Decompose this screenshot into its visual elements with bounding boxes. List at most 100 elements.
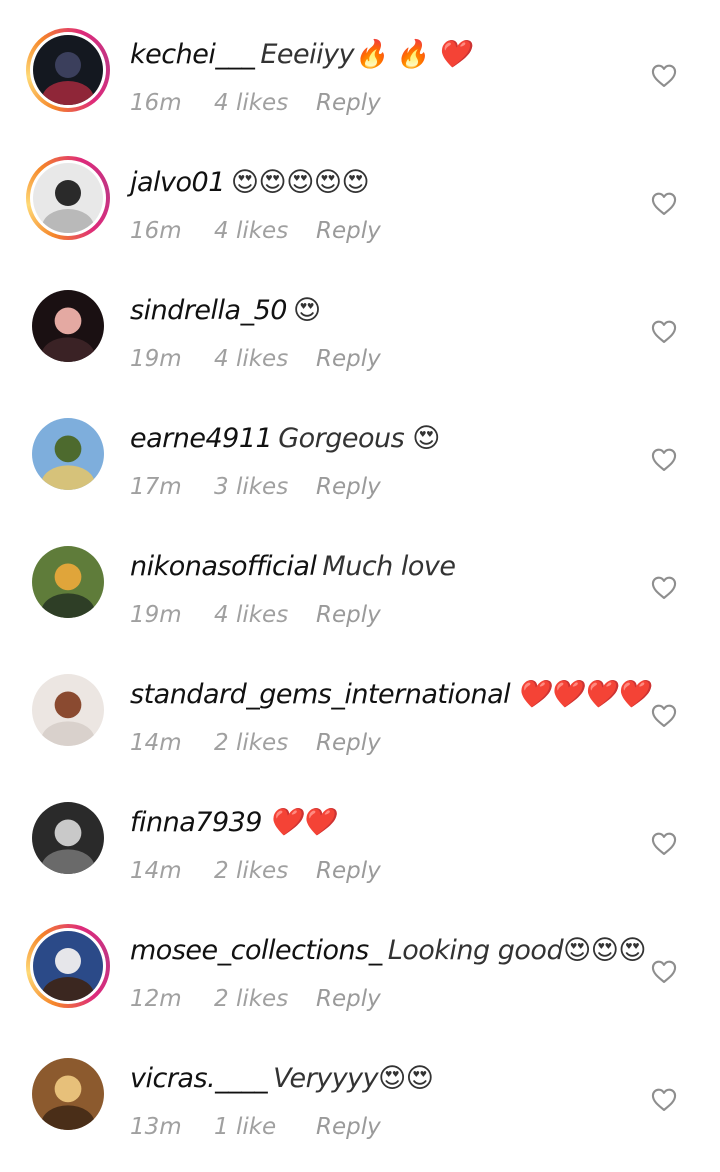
avatar-frame (30, 928, 106, 1004)
comment-line: finna7939 ❤️❤️ (130, 806, 640, 840)
username[interactable]: kechei___ (130, 39, 255, 70)
username[interactable]: vicras.____ (130, 1063, 268, 1094)
likes-count[interactable]: 4 likes (214, 600, 316, 630)
comment-time: 14m (130, 858, 182, 884)
heart-outline-icon[interactable] (650, 702, 678, 730)
comments-list: kechei___ Eeeiiyy🔥 🔥 ❤️ 16m 4 likes Reply j… (0, 0, 720, 1146)
comment-time: 16m (130, 218, 182, 244)
comment-text: ❤️❤️❤️❤️ (516, 679, 649, 710)
comment-meta: 14m 2 likes Reply (130, 856, 381, 886)
comment-row: earne4911 Gorgeous 😍 17m 3 likes Reply (0, 404, 720, 532)
comment-meta: 16m 4 likes Reply (130, 216, 381, 246)
reply-button[interactable]: Reply (316, 984, 381, 1014)
heart-outline-icon[interactable] (650, 830, 678, 858)
comment-text: Veryyyy😍😍 (273, 1063, 434, 1094)
username[interactable]: nikonasofficial (130, 551, 317, 582)
avatar-frame (30, 32, 106, 108)
avatar-ring[interactable] (26, 796, 110, 880)
heart-outline-icon[interactable] (650, 574, 678, 602)
avatar-ring[interactable] (26, 668, 110, 752)
comment-row: mosee_collections_ Looking good😍😍😍 12m 2 l… (0, 916, 720, 1044)
comment-text: Looking good😍😍😍 (387, 935, 647, 966)
comment-line: sindrella_50 😍 (130, 294, 640, 328)
comment-time: 14m (130, 730, 182, 756)
comment-time: 19m (130, 346, 182, 372)
comment-meta: 13m 1 like Reply (130, 1112, 381, 1142)
comment-time: 12m (130, 986, 182, 1012)
likes-count[interactable]: 3 likes (214, 472, 316, 502)
comment-text: Eeeiiyy🔥 🔥 ❤️ (260, 39, 470, 70)
comment-row: vicras.____ Veryyyy😍😍 13m 1 like Reply (0, 1044, 720, 1172)
avatar[interactable] (32, 802, 104, 874)
avatar[interactable] (33, 35, 103, 105)
comment-time: 19m (130, 602, 182, 628)
comment-meta: 19m 4 likes Reply (130, 600, 381, 630)
comment-text: Gorgeous 😍 (278, 423, 440, 454)
likes-count[interactable]: 2 likes (214, 728, 316, 758)
likes-count[interactable]: 2 likes (214, 984, 316, 1014)
heart-outline-icon[interactable] (650, 958, 678, 986)
comment-time: 16m (130, 90, 182, 116)
comment-time: 13m (130, 1114, 182, 1140)
comment-line: jalvo01 😍😍😍😍😍 (130, 166, 640, 200)
reply-button[interactable]: Reply (316, 88, 381, 118)
avatar[interactable] (32, 290, 104, 362)
avatar[interactable] (32, 418, 104, 490)
avatar-frame (30, 544, 106, 620)
avatar-ring[interactable] (26, 156, 110, 240)
reply-button[interactable]: Reply (316, 472, 381, 502)
avatar[interactable] (32, 674, 104, 746)
avatar-ring[interactable] (26, 540, 110, 624)
comment-meta: 12m 2 likes Reply (130, 984, 381, 1014)
likes-count[interactable]: 1 like (214, 1112, 316, 1142)
reply-button[interactable]: Reply (316, 216, 381, 246)
avatar[interactable] (32, 1058, 104, 1130)
comment-row: jalvo01 😍😍😍😍😍 16m 4 likes Reply (0, 148, 720, 276)
likes-count[interactable]: 2 likes (214, 856, 316, 886)
heart-outline-icon[interactable] (650, 446, 678, 474)
likes-count[interactable]: 4 likes (214, 344, 316, 374)
heart-outline-icon[interactable] (650, 318, 678, 346)
avatar[interactable] (33, 163, 103, 233)
heart-outline-icon[interactable] (650, 190, 678, 218)
username[interactable]: jalvo01 (130, 167, 225, 198)
avatar-frame (30, 160, 106, 236)
comment-time: 17m (130, 474, 182, 500)
likes-count[interactable]: 4 likes (214, 88, 316, 118)
username[interactable]: sindrella_50 (130, 295, 287, 326)
username[interactable]: finna7939 (130, 807, 263, 838)
reply-button[interactable]: Reply (316, 1112, 381, 1142)
comment-line: standard_gems_international ❤️❤️❤️❤️ (130, 678, 649, 712)
heart-outline-icon[interactable] (650, 1086, 678, 1114)
avatar-frame (30, 800, 106, 876)
likes-count[interactable]: 4 likes (214, 216, 316, 246)
avatar-frame (30, 416, 106, 492)
avatar-ring[interactable] (26, 1052, 110, 1136)
avatar[interactable] (32, 546, 104, 618)
avatar-ring[interactable] (26, 924, 110, 1008)
reply-button[interactable]: Reply (316, 344, 381, 374)
reply-button[interactable]: Reply (316, 728, 381, 758)
heart-outline-icon[interactable] (650, 62, 678, 90)
comment-text: ❤️❤️ (268, 807, 335, 838)
comment-line: mosee_collections_ Looking good😍😍😍 (130, 934, 647, 968)
comment-text: 😍😍😍😍😍 (230, 167, 370, 198)
avatar-frame (30, 1056, 106, 1132)
reply-button[interactable]: Reply (316, 600, 381, 630)
username[interactable]: standard_gems_international (130, 679, 511, 710)
avatar-ring[interactable] (26, 412, 110, 496)
comment-meta: 14m 2 likes Reply (130, 728, 381, 758)
username[interactable]: mosee_collections_ (130, 935, 382, 966)
avatar-ring[interactable] (26, 28, 110, 112)
comment-line: vicras.____ Veryyyy😍😍 (130, 1062, 640, 1096)
comment-line: nikonasofficial Much love (130, 550, 640, 584)
username[interactable]: earne4911 (130, 423, 273, 454)
comment-text: 😍 (292, 295, 321, 326)
reply-button[interactable]: Reply (316, 856, 381, 886)
avatar-ring[interactable] (26, 284, 110, 368)
comment-meta: 19m 4 likes Reply (130, 344, 381, 374)
avatar[interactable] (33, 931, 103, 1001)
comment-line: kechei___ Eeeiiyy🔥 🔥 ❤️ (130, 38, 640, 72)
comment-row: standard_gems_international ❤️❤️❤️❤️ 14m 2… (0, 660, 720, 788)
comment-text: Much love (322, 551, 456, 582)
